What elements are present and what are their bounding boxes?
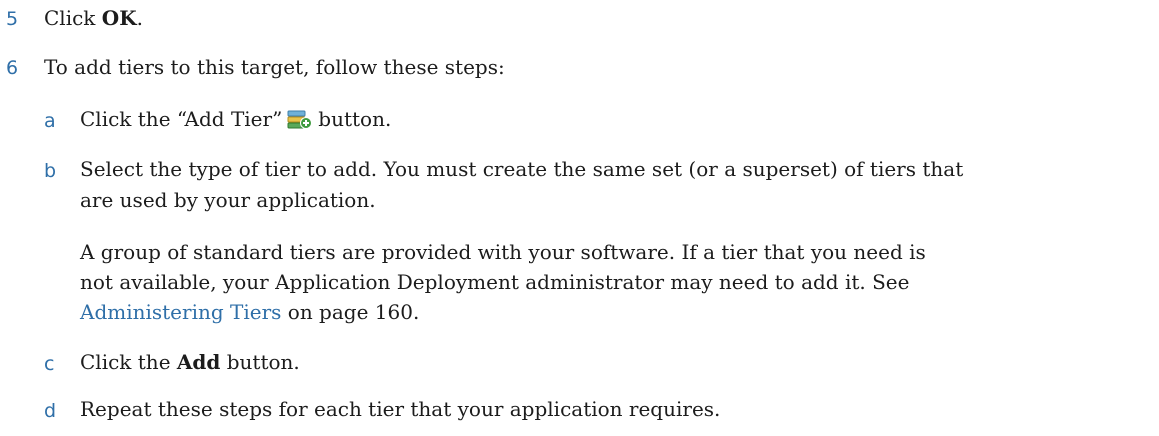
note-line: Administering Tiers on page 160.: [80, 297, 419, 328]
substep-text: Repeat these steps for each tier that yo…: [80, 397, 721, 421]
add-tier-icon: [286, 108, 313, 139]
substep-text-post: button.: [318, 107, 392, 131]
substep-text-pre: Click the “Add Tier”: [80, 107, 283, 131]
add-label: Add: [176, 350, 221, 374]
note-line: not available, your Application Deployme…: [80, 270, 910, 294]
note-line: A group of standard tiers are provided w…: [80, 240, 926, 264]
ok-label: OK: [101, 6, 137, 30]
substep-text-post: button.: [220, 350, 300, 374]
substep-text: Click the “Add Tier” button.: [80, 104, 391, 139]
substep-text-line: are used by your application.: [80, 188, 376, 212]
step-text-post: .: [136, 6, 143, 30]
step-text: To add tiers to this target, follow thes…: [44, 55, 505, 79]
page-reference: on page 160.: [281, 300, 420, 324]
substep-letter: a: [44, 110, 56, 132]
step-text: Click OK.: [44, 3, 143, 34]
substep-text-pre: Click the: [80, 350, 177, 374]
substep-text: Click the Add button.: [80, 347, 300, 378]
administering-tiers-link[interactable]: Administering Tiers: [80, 300, 281, 324]
substep-letter: b: [44, 160, 57, 182]
substep-letter: d: [44, 400, 57, 422]
substep-text-line: Select the type of tier to add. You must…: [80, 157, 964, 181]
step-number: 5: [6, 8, 19, 30]
substep-letter: c: [44, 353, 55, 375]
step-number: 6: [6, 57, 19, 79]
step-text-pre: Click: [44, 6, 102, 30]
